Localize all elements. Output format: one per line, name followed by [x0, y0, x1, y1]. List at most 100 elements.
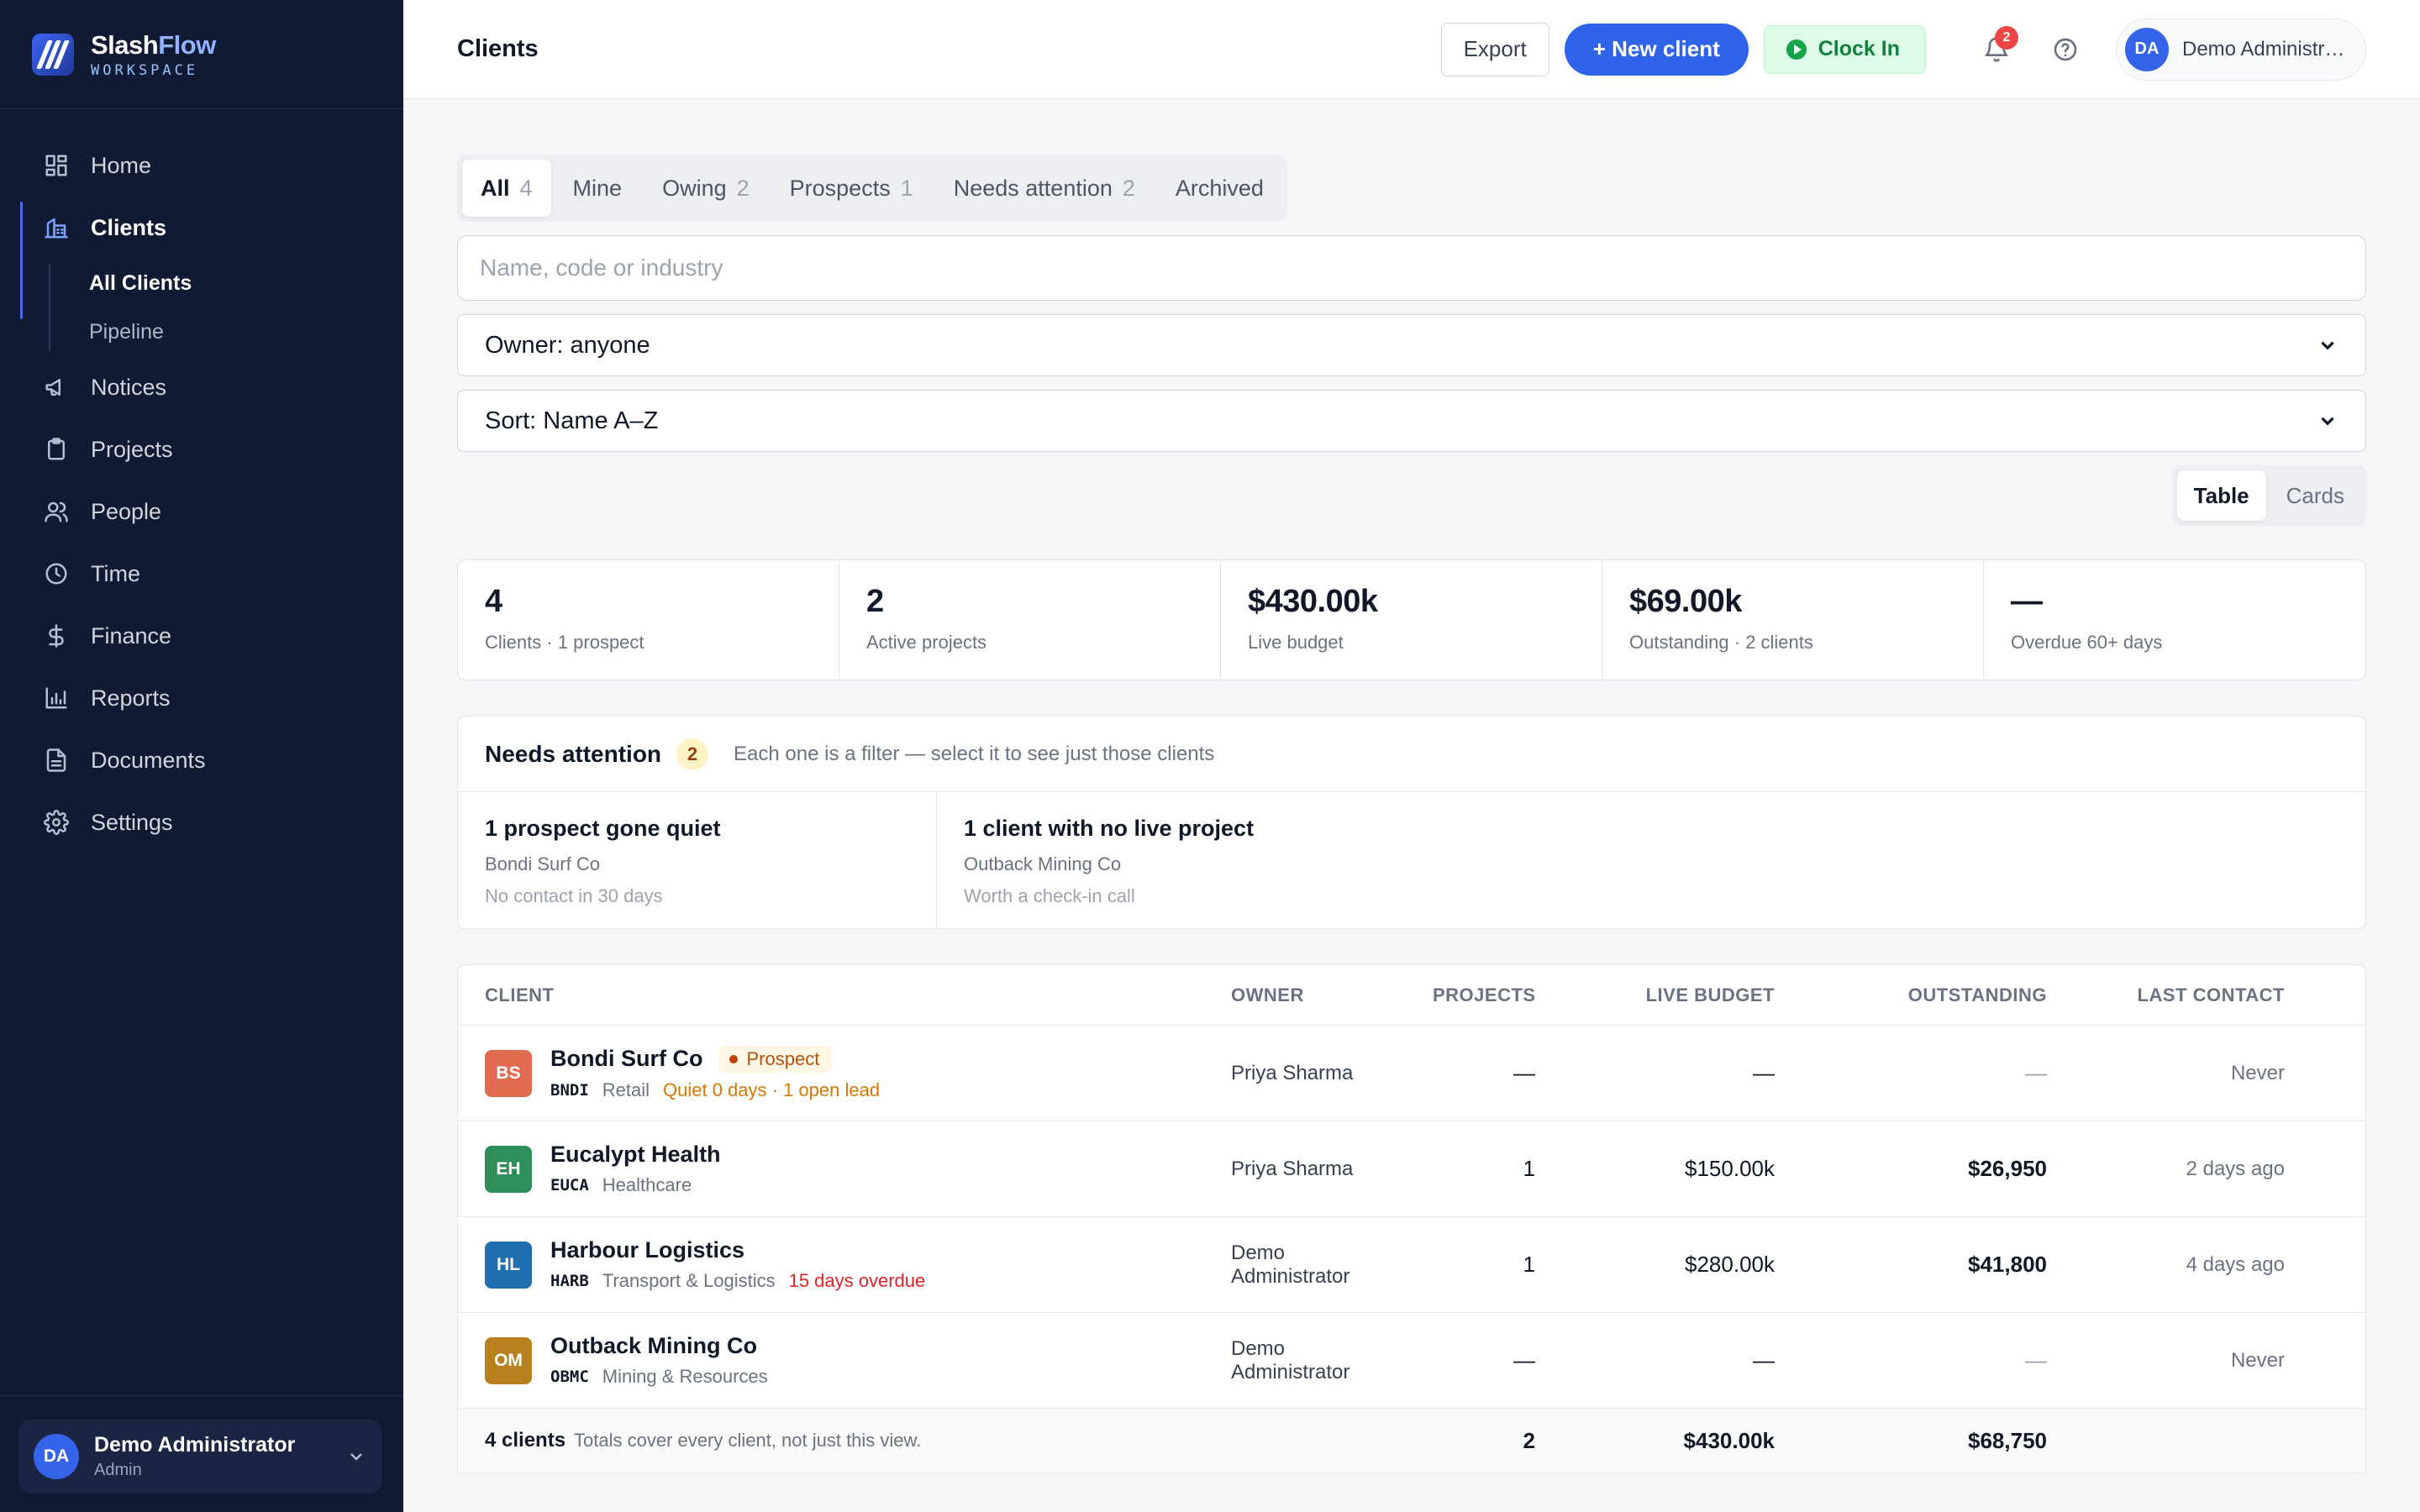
gear-icon: [44, 810, 69, 835]
brand[interactable]: SlashFlow WORKSPACE: [0, 0, 403, 109]
nav-label: Projects: [91, 436, 173, 462]
footer-projects-total: 2: [1523, 1427, 1535, 1453]
building-icon: [45, 218, 68, 239]
table-row[interactable]: HL Harbour Logistics HARB Transport & Log…: [458, 1217, 2365, 1313]
projects-cell: 1: [1523, 1252, 1535, 1277]
nav-item-people[interactable]: People: [0, 480, 403, 543]
owner-cell: Demo Administrator: [1231, 1336, 1350, 1383]
nav-label: Notices: [91, 374, 167, 400]
nav-label: Clients: [91, 214, 167, 240]
user-role: Admin: [94, 1461, 142, 1479]
tab-mine[interactable]: Mine: [555, 160, 641, 217]
brand-name: SlashFlow: [91, 29, 216, 60]
col-owner[interactable]: OWNER: [1204, 984, 1406, 1006]
owner-cell: Priya Sharma: [1231, 1061, 1354, 1084]
export-button[interactable]: Export: [1440, 22, 1549, 76]
topbar: Clients Export + New client Clock In 2 D…: [403, 0, 2420, 99]
outstanding-cell: —: [2025, 1060, 2047, 1085]
last-contact-cell: Never: [2230, 1061, 2285, 1084]
tab-needs-attention[interactable]: Needs attention 2: [935, 160, 1154, 217]
nav-item-time[interactable]: Time: [0, 543, 403, 605]
nav-item-finance[interactable]: Finance: [0, 605, 403, 667]
projects-cell: 1: [1523, 1156, 1535, 1181]
nav-item-clients[interactable]: Clients: [0, 197, 403, 319]
col-projects[interactable]: PROJECTS: [1406, 984, 1562, 1006]
tab-archived[interactable]: Archived: [1157, 160, 1282, 217]
nav-item-home[interactable]: Home: [0, 134, 403, 197]
client-avatar: HL: [485, 1241, 532, 1289]
attention-card-quiet-prospect[interactable]: 1 prospect gone quiet Bondi Surf Co No c…: [458, 792, 937, 928]
client-name[interactable]: Eucalypt Health: [550, 1142, 721, 1168]
sort-select[interactable]: Sort: Name A–Z: [457, 390, 2366, 452]
user-name: Demo Administrator: [94, 1433, 296, 1457]
attention-card-no-live-project[interactable]: 1 client with no live project Outback Mi…: [937, 792, 1281, 928]
stat-overdue: — Overdue 60+ days: [2011, 584, 2163, 653]
user-menu-button[interactable]: DA Demo Administrator: [2116, 18, 2366, 81]
client-industry: Mining & Resources: [602, 1366, 768, 1387]
last-contact-cell: 4 days ago: [2186, 1252, 2285, 1276]
client-name[interactable]: Outback Mining Co: [550, 1333, 757, 1359]
clipboard-icon: [48, 438, 65, 460]
client-name[interactable]: Bondi Surf Co: [550, 1046, 702, 1072]
dashboard-icon: [45, 155, 67, 176]
search-input[interactable]: [457, 235, 2366, 301]
col-outstanding[interactable]: OUTSTANDING: [1802, 984, 2074, 1006]
notification-count-badge: 2: [1995, 25, 2018, 50]
nav-label: Reports: [91, 685, 171, 711]
projects-cell: —: [1513, 1347, 1535, 1373]
col-client[interactable]: CLIENT: [458, 984, 1204, 1006]
nav-label: Home: [91, 152, 152, 178]
projects-cell: —: [1513, 1060, 1535, 1085]
tab-prospects[interactable]: Prospects 1: [771, 160, 932, 217]
prospect-badge: Prospect: [719, 1045, 832, 1073]
stat-live-budget: $430.00k Live budget: [1221, 560, 1602, 680]
sidebar-user-menu[interactable]: DA Demo Administrator Admin: [18, 1420, 381, 1494]
table-row[interactable]: EH Eucalypt Health EUCA Healthcare Priya …: [458, 1121, 2365, 1217]
nav-item-settings[interactable]: Settings: [0, 791, 403, 853]
table-row[interactable]: BS Bondi Surf Co Prospect BNDI Retail Quiet…: [458, 1026, 2365, 1121]
nav-label: People: [91, 498, 162, 524]
col-live-budget[interactable]: LIVE BUDGET: [1562, 984, 1802, 1006]
view-cards-button[interactable]: Cards: [2270, 470, 2361, 521]
nav-label: Time: [91, 560, 140, 586]
chevron-down-icon: [350, 1453, 362, 1461]
client-avatar: BS: [485, 1049, 532, 1097]
avatar: DA: [2125, 27, 2169, 71]
tab-all[interactable]: All 4: [462, 160, 551, 217]
owner-cell: Priya Sharma: [1231, 1157, 1354, 1180]
client-code: EUCA: [550, 1176, 589, 1194]
table-footer: 4 clients Totals cover every client, not …: [458, 1409, 2365, 1473]
footer-note: Totals cover every client, not just this…: [574, 1430, 922, 1451]
tab-owing[interactable]: Owing 2: [644, 160, 768, 217]
new-client-button[interactable]: + New client: [1564, 23, 1749, 76]
sidebar-divider: [0, 1395, 403, 1396]
stat-outstanding: $69.00k Outstanding · 2 clients: [1602, 560, 1984, 680]
view-table-button[interactable]: Table: [2176, 470, 2266, 521]
client-code: BNDI: [550, 1080, 589, 1100]
client-name[interactable]: Harbour Logistics: [550, 1237, 744, 1263]
owner-select-value: Owner: anyone: [485, 331, 650, 359]
footer-count: 4 clients: [485, 1429, 566, 1452]
nav-item-projects[interactable]: Projects: [0, 418, 403, 480]
main-nav: Home Clients All Clients Pipeline Notice…: [0, 109, 403, 853]
owner-select[interactable]: Owner: anyone: [457, 314, 2366, 376]
sort-select-value: Sort: Name A–Z: [485, 407, 659, 434]
nav-item-notices[interactable]: Notices: [0, 356, 403, 418]
help-button[interactable]: [2039, 23, 2092, 76]
nav-label: Finance: [91, 622, 172, 648]
clients-table: CLIENT OWNER PROJECTS LIVE BUDGET OUTSTA…: [457, 964, 2366, 1473]
clock-icon: [45, 563, 67, 585]
col-last-contact[interactable]: LAST CONTACT: [2074, 984, 2312, 1006]
client-avatar: EH: [485, 1145, 532, 1193]
chevron-down-icon: [2321, 417, 2334, 426]
outstanding-cell: —: [2025, 1347, 2047, 1373]
clock-in-button[interactable]: Clock In: [1763, 24, 1926, 74]
table-row[interactable]: OM Outback Mining Co OBMC Mining & Resour…: [458, 1313, 2365, 1409]
subnav-item-all-clients[interactable]: All Clients: [89, 259, 403, 307]
notifications-button[interactable]: 2: [1970, 23, 2023, 76]
last-contact-cell: 2 days ago: [2186, 1157, 2285, 1180]
budget-cell: —: [1753, 1347, 1775, 1373]
subnav-item-pipeline[interactable]: Pipeline: [89, 307, 403, 356]
nav-item-documents[interactable]: Documents: [0, 729, 403, 791]
nav-item-reports[interactable]: Reports: [0, 667, 403, 729]
